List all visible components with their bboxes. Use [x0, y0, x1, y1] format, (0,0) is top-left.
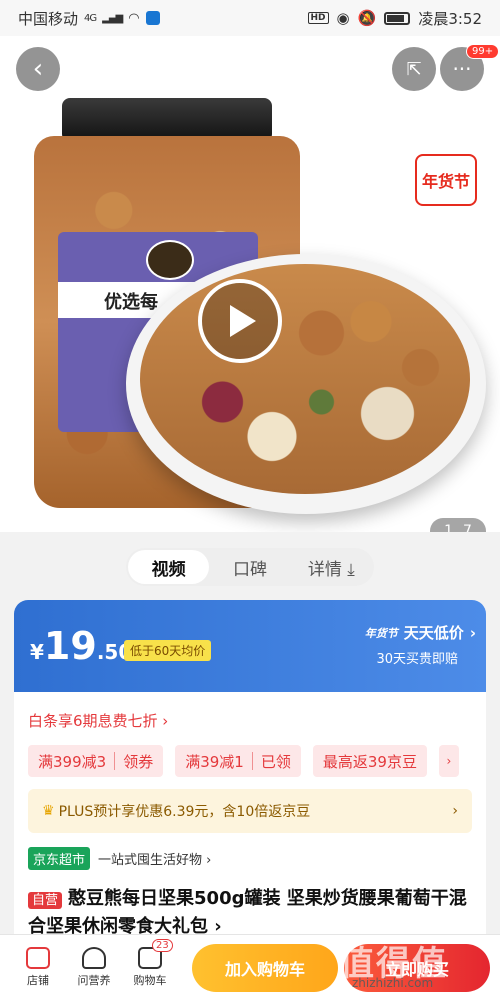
- chevron-right-icon: ›: [452, 803, 458, 819]
- festival-tag: 年货节: [415, 154, 477, 206]
- play-video-button[interactable]: [198, 279, 282, 363]
- store-icon: [26, 947, 50, 969]
- product-title[interactable]: 自营 憨豆熊每日坚果500g罐装 坚果炒货腰果葡萄干混合坚果休闲零食大礼包 ›: [28, 886, 472, 940]
- baitiao-offer[interactable]: 白条享6期息费七折 ›: [28, 710, 472, 731]
- tab-video[interactable]: 视频: [128, 550, 210, 584]
- hd-icon: HD: [307, 12, 329, 24]
- cart-label: 购物车: [133, 974, 167, 987]
- festival-mini-label: 年货节: [364, 626, 398, 640]
- coupon-39[interactable]: 满39减1 已领: [175, 745, 301, 777]
- store-row[interactable]: 京东超市 一站式囤生活好物 ›: [28, 847, 472, 870]
- add-to-cart-button[interactable]: 加入购物车: [192, 943, 338, 992]
- coupon-main: 满399减3: [38, 752, 107, 771]
- image-index: 1: [444, 523, 453, 532]
- low-price-tag: 低于60天均价: [124, 640, 212, 661]
- price: ¥ 19 .50: [30, 624, 132, 668]
- cart-count-badge: 23: [152, 939, 173, 952]
- product-image-carousel[interactable]: 优选每 年货节 1 7: [0, 36, 500, 532]
- share-button[interactable]: ⇱: [392, 47, 436, 91]
- promo-section: 白条享6期息费七折 › 满399减3 领券 满39减1 已领 最高返39京豆 ›: [14, 692, 486, 940]
- chevron-right-icon: ›: [469, 623, 476, 642]
- coupon-jingdou[interactable]: 最高返39京豆: [312, 745, 427, 777]
- tab-details[interactable]: 详情 ⤓: [291, 550, 372, 584]
- watermark-url: zhizhizhi.com: [352, 976, 434, 990]
- chevron-right-icon: ›: [446, 754, 452, 768]
- store-nav[interactable]: 店铺: [10, 947, 66, 988]
- coupon-main: 满39减1: [185, 752, 244, 771]
- coupon-action: 领券: [123, 752, 154, 771]
- clock: 凌晨3:52: [418, 9, 482, 28]
- currency-symbol: ¥: [30, 640, 44, 664]
- store-label: 店铺: [27, 974, 49, 987]
- signal-icon: ▂▄▆: [102, 12, 123, 24]
- shield-icon: [145, 11, 160, 25]
- network-label: 4G: [84, 12, 97, 24]
- eye-icon: ◉: [336, 9, 350, 27]
- consultant-icon: [82, 947, 106, 969]
- consult-nav[interactable]: 问营养: [66, 947, 122, 988]
- coupon-399[interactable]: 满399减3 领券: [28, 745, 164, 777]
- brand-bear-logo: [146, 240, 194, 280]
- coupon-divider: [114, 752, 116, 770]
- jar-label-text: 优选每: [104, 292, 158, 313]
- image-counter: 1 7: [430, 518, 486, 532]
- carrier-label: 中国移动: [18, 9, 79, 28]
- image-total: 7: [463, 523, 472, 532]
- price-integer: 19: [43, 624, 97, 668]
- price-banner: ¥ 19 .50 低于60天均价 年货节 天天低价 › 30天买贵即赔: [14, 600, 486, 692]
- price-guarantee: 30天买贵即赔: [376, 652, 458, 667]
- plus-offer[interactable]: ♛ PLUS预计享优惠6.39元，含10倍返京豆 ›: [28, 789, 472, 833]
- product-title-text: 憨豆熊每日坚果500g罐装 坚果炒货腰果葡萄干混合坚果休闲零食大礼包 ›: [28, 888, 467, 937]
- daily-low-price[interactable]: 年货节 天天低价 ›: [365, 622, 476, 643]
- coupon-row: 满399减3 领券 满39减1 已领 最高返39京豆 ›: [28, 745, 472, 777]
- coupon-divider: [251, 752, 253, 770]
- plus-offer-text: PLUS预计享优惠6.39元，含10倍返京豆: [58, 804, 311, 820]
- mixed-nuts-image: [140, 264, 470, 494]
- chevron-left-icon: ‹: [32, 54, 44, 84]
- media-tabs: 视频 口碑 详情 ⤓: [126, 548, 374, 586]
- mute-bell-icon: 🔕: [357, 9, 377, 27]
- coupon-more-button[interactable]: ›: [438, 745, 459, 777]
- crown-icon: ♛: [42, 803, 55, 819]
- more-dots-icon: ···: [452, 57, 472, 81]
- cart-nav[interactable]: 23 购物车: [122, 939, 178, 988]
- status-bar: 中国移动 4G ▂▄▆ ◠ HD ◉ 🔕 凌晨3:52: [0, 0, 500, 36]
- consult-label: 问营养: [77, 974, 111, 987]
- battery-icon: [384, 11, 411, 25]
- coupon-action: 已领: [260, 752, 291, 771]
- back-button[interactable]: ‹: [16, 47, 60, 91]
- self-operated-tag: 自营: [28, 892, 63, 909]
- wifi-icon: ◠: [128, 10, 140, 26]
- tab-reviews[interactable]: 口碑: [209, 550, 290, 584]
- daily-low-label: 天天低价: [403, 624, 464, 642]
- play-icon: [230, 305, 256, 337]
- message-badge: 99+: [466, 44, 500, 59]
- product-page: 中国移动 4G ▂▄▆ ◠ HD ◉ 🔕 凌晨3:52 优选每 年货节 1 7: [0, 0, 500, 1000]
- coupon-main: 最高返39京豆: [322, 752, 417, 771]
- jd-supermarket-tag: 京东超市: [28, 847, 91, 870]
- store-slogan: 一站式囤生活好物 ›: [98, 853, 212, 868]
- share-icon: ⇱: [406, 58, 422, 80]
